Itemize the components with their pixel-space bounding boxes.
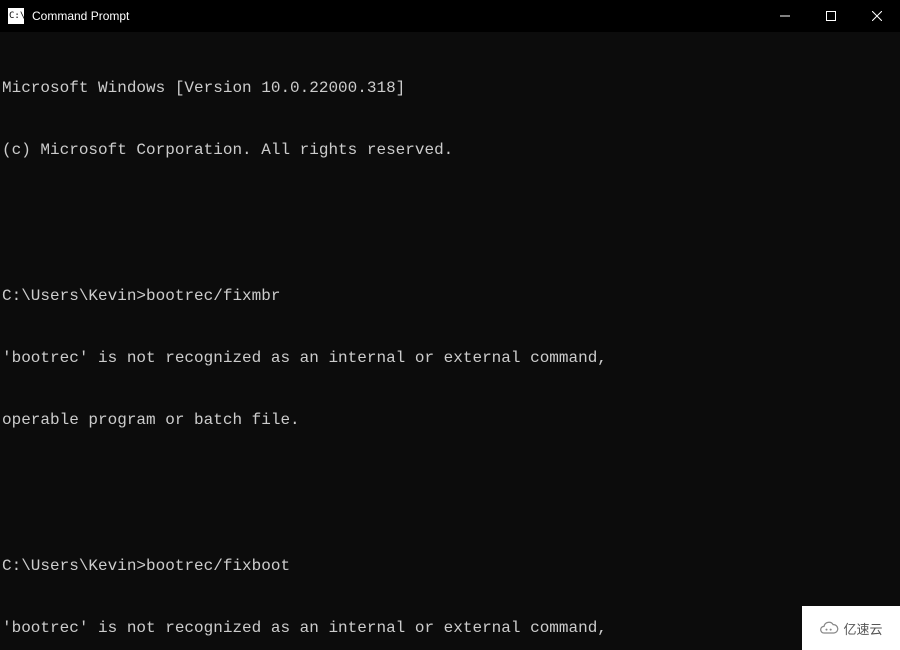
blank-line — [2, 202, 898, 223]
watermark-badge: 亿速云 — [802, 606, 900, 650]
output-line: 'bootrec' is not recognized as an intern… — [2, 618, 898, 639]
command-prompt-window: Command Prompt Microsoft Windows [Versio… — [0, 0, 900, 650]
prompt: C:\Users\Kevin> — [2, 556, 146, 577]
close-button[interactable] — [854, 0, 900, 32]
command-text: bootrec/fixmbr — [146, 286, 280, 307]
prompt-line: C:\Users\Kevin>bootrec/fixmbr — [2, 286, 898, 307]
minimize-icon — [780, 11, 790, 21]
cmd-icon — [8, 8, 24, 24]
header-line: (c) Microsoft Corporation. All rights re… — [2, 140, 898, 161]
output-line: 'bootrec' is not recognized as an intern… — [2, 348, 898, 369]
header-line: Microsoft Windows [Version 10.0.22000.31… — [2, 78, 898, 99]
blank-line — [2, 473, 898, 494]
command-text: bootrec/fixboot — [146, 556, 290, 577]
close-icon — [872, 11, 882, 21]
watermark-text: 亿速云 — [843, 619, 882, 638]
minimize-button[interactable] — [762, 0, 808, 32]
prompt-line: C:\Users\Kevin>bootrec/fixboot — [2, 556, 898, 577]
terminal-output[interactable]: Microsoft Windows [Version 10.0.22000.31… — [0, 32, 900, 650]
window-controls — [762, 0, 900, 32]
prompt: C:\Users\Kevin> — [2, 286, 146, 307]
cloud-icon — [819, 618, 839, 638]
maximize-icon — [826, 11, 836, 21]
window-title: Command Prompt — [32, 9, 129, 23]
maximize-button[interactable] — [808, 0, 854, 32]
titlebar[interactable]: Command Prompt — [0, 0, 900, 32]
output-line: operable program or batch file. — [2, 410, 898, 431]
